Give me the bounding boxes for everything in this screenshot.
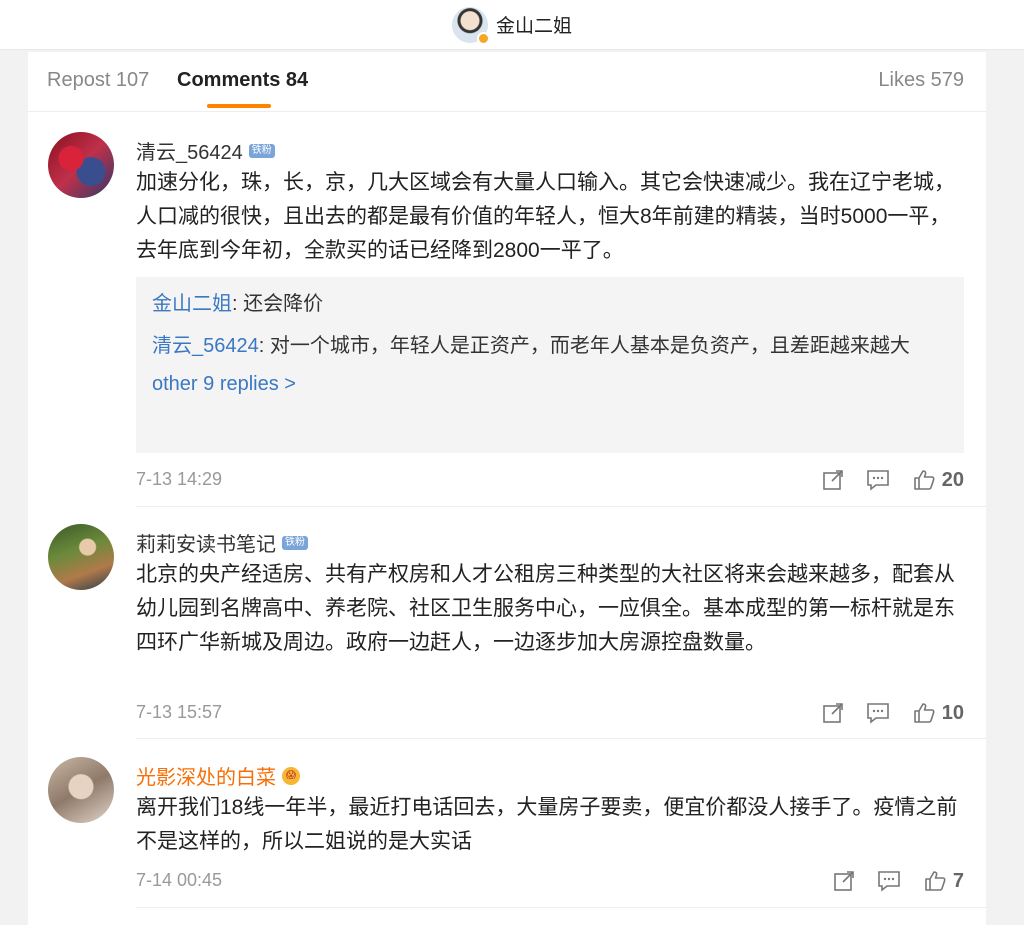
- reply-item[interactable]: 清云_56424: 对一个城市，年轻人是正资产，而老年人基本是负资产，且差距越来…: [152, 331, 948, 362]
- tab-comments[interactable]: Comments 84: [177, 69, 308, 92]
- share-icon[interactable]: [822, 702, 844, 724]
- reply-text: 对一个城市，年轻人是正资产，而老年人基本是负资产，且差距越来越大: [269, 335, 910, 357]
- avatar[interactable]: [48, 757, 114, 823]
- tab-bar: Repost 107 Comments 84 Likes 579: [28, 52, 986, 112]
- comment-text: 离开我们18线一年半，最近打电话回去，大量房子要卖，便宜价都没人接手了。疫情之前…: [136, 796, 958, 853]
- divider: [136, 738, 986, 739]
- author-avatar[interactable]: [451, 6, 490, 45]
- comments-card: Repost 107 Comments 84 Likes 579 清云_5642…: [28, 52, 986, 925]
- tab-likes[interactable]: Likes 579: [878, 69, 964, 92]
- vip-emoji-icon: 😱: [282, 766, 300, 785]
- reply-username[interactable]: 清云_56424: [152, 335, 259, 357]
- comment-username[interactable]: 清云_56424 铁粉: [136, 136, 275, 165]
- verified-badge-icon: [476, 31, 490, 45]
- reply-separator: :: [232, 293, 244, 315]
- comment-time: 7-13 14:29: [136, 469, 223, 489]
- like-icon[interactable]: 20: [912, 468, 964, 492]
- top-bar: 金山二姐: [0, 0, 1024, 50]
- active-tab-indicator: [207, 104, 271, 108]
- like-icon[interactable]: 10: [912, 701, 964, 725]
- replies-box[interactable]: 金山二姐: 还会降价 清云_56424: 对一个城市，年轻人是正资产，而老年人基…: [136, 277, 964, 453]
- like-count: 7: [952, 869, 964, 892]
- like-icon[interactable]: 7: [923, 869, 964, 893]
- fan-badge: 铁粉: [282, 535, 308, 550]
- comment-icon[interactable]: [866, 702, 890, 724]
- comment-actions: 20: [800, 468, 964, 492]
- comment-username[interactable]: 莉莉安读书笔记 铁粉: [136, 528, 308, 557]
- divider: [136, 506, 986, 507]
- username-text[interactable]: 光影深处的白菜: [136, 761, 276, 790]
- comment-time: 7-13 15:57: [136, 702, 223, 722]
- comment-time: 7-14 00:45: [136, 870, 223, 890]
- share-icon[interactable]: [833, 870, 855, 892]
- reply-item[interactable]: 金山二姐: 还会降价: [152, 289, 948, 320]
- username-text[interactable]: 莉莉安读书笔记: [136, 528, 276, 557]
- share-icon[interactable]: [822, 469, 844, 491]
- reply-username[interactable]: 金山二姐: [152, 293, 232, 315]
- comment-item: 清云_56424 铁粉 加速分化，珠，长，京，几大区域会有大量人口输入。其它会快…: [28, 132, 986, 502]
- reply-text: 还会降价: [243, 293, 324, 315]
- fan-badge: 铁粉: [248, 143, 275, 158]
- comment-icon[interactable]: [866, 469, 890, 491]
- comment-text: 北京的央产经适房、共有产权房和人才公租房三种类型的大社区将来会越来越多，配套从幼…: [136, 563, 955, 654]
- comment-item: 莉莉安读书笔记 铁粉 北京的央产经适房、共有产权房和人才公租房三种类型的大社区将…: [28, 524, 986, 724]
- author-name[interactable]: 金山二姐: [496, 11, 572, 38]
- like-count: 10: [941, 701, 964, 724]
- comment-actions: 10: [800, 701, 964, 725]
- comment-username[interactable]: 光影深处的白菜 😱: [136, 761, 300, 790]
- comment-item: 光影深处的白菜 😱 离开我们18线一年半，最近打电话回去，大量房子要卖，便宜价都…: [28, 757, 986, 897]
- avatar[interactable]: [48, 524, 114, 590]
- avatar[interactable]: [48, 132, 114, 198]
- comment-actions: 7: [811, 869, 964, 893]
- more-replies-link[interactable]: other 9 replies >: [152, 373, 948, 396]
- like-count: 20: [941, 468, 964, 491]
- tab-repost[interactable]: Repost 107: [47, 69, 149, 92]
- username-text[interactable]: 清云_56424: [136, 136, 243, 165]
- divider: [136, 907, 986, 908]
- reply-separator: :: [258, 335, 270, 357]
- comment-text: 加速分化，珠，长，京，几大区域会有大量人口输入。其它会快速减少。我在辽宁老城，人…: [136, 171, 955, 262]
- comment-icon[interactable]: [877, 870, 901, 892]
